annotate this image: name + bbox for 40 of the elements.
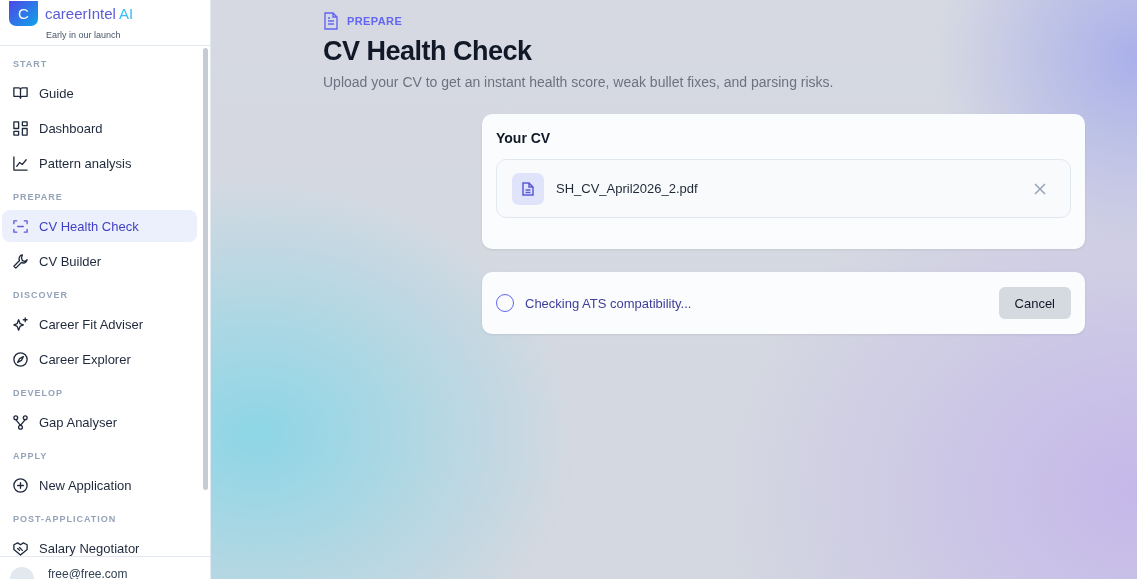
card-title: Your CV xyxy=(496,130,552,146)
wrench-icon xyxy=(12,252,29,270)
section-heading: START xyxy=(13,59,49,69)
sidebar-item[interactable]: Salary Negotiator xyxy=(2,532,197,556)
sidebar-item[interactable]: Dashboard xyxy=(2,112,197,144)
section-heading: POST-APPLICATION xyxy=(13,514,118,524)
page-title: CV Health Check xyxy=(323,36,533,67)
sidebar-item[interactable]: Career Explorer xyxy=(2,343,197,375)
brand-tagline: Early in our launch xyxy=(46,30,122,40)
sidebar-item[interactable]: New Application xyxy=(2,469,197,501)
file-icon xyxy=(512,172,544,205)
sidebar-item[interactable]: Pattern analysis xyxy=(2,147,197,179)
close-icon[interactable] xyxy=(1034,182,1046,195)
section-heading: DISCOVER xyxy=(13,290,69,300)
sparkles-icon xyxy=(12,315,29,333)
sidebar-item[interactable]: CV Builder xyxy=(2,245,197,277)
branches-icon xyxy=(12,413,29,431)
scan-icon xyxy=(12,217,29,235)
book-icon xyxy=(12,84,29,102)
eyebrow-label: PREPARE xyxy=(347,15,403,27)
line-chart-icon xyxy=(12,154,29,172)
status-message: Checking ATS compatibility... xyxy=(525,295,693,311)
page-subtitle: Upload your CV to get an instant health score, weak bullet fixes, and parsing risks. xyxy=(323,74,835,90)
section-heading: PREPARE xyxy=(13,192,64,202)
sidebar-item[interactable]: CV Health Check xyxy=(2,210,197,242)
brand-name: careerIntel AI xyxy=(45,5,134,22)
sidebar-item[interactable]: Guide xyxy=(2,77,197,109)
plus-circle-icon xyxy=(12,476,29,494)
file-name: SH_CV_April2026_2.pdf xyxy=(556,181,699,196)
section-heading: APPLY xyxy=(13,451,49,461)
cancel-button[interactable]: Cancel xyxy=(998,287,1071,319)
compass-icon xyxy=(12,350,29,368)
dashboard-icon xyxy=(12,119,29,137)
sidebar-item[interactable]: Gap Analyser xyxy=(2,406,197,438)
document-icon xyxy=(323,12,339,30)
app-logo: C xyxy=(9,1,38,26)
sidebar-item[interactable]: Career Fit Adviser xyxy=(2,308,197,340)
section-heading: DEVELOP xyxy=(13,388,64,398)
scrollbar[interactable] xyxy=(203,48,208,490)
user-email: free@free.com xyxy=(48,567,128,579)
